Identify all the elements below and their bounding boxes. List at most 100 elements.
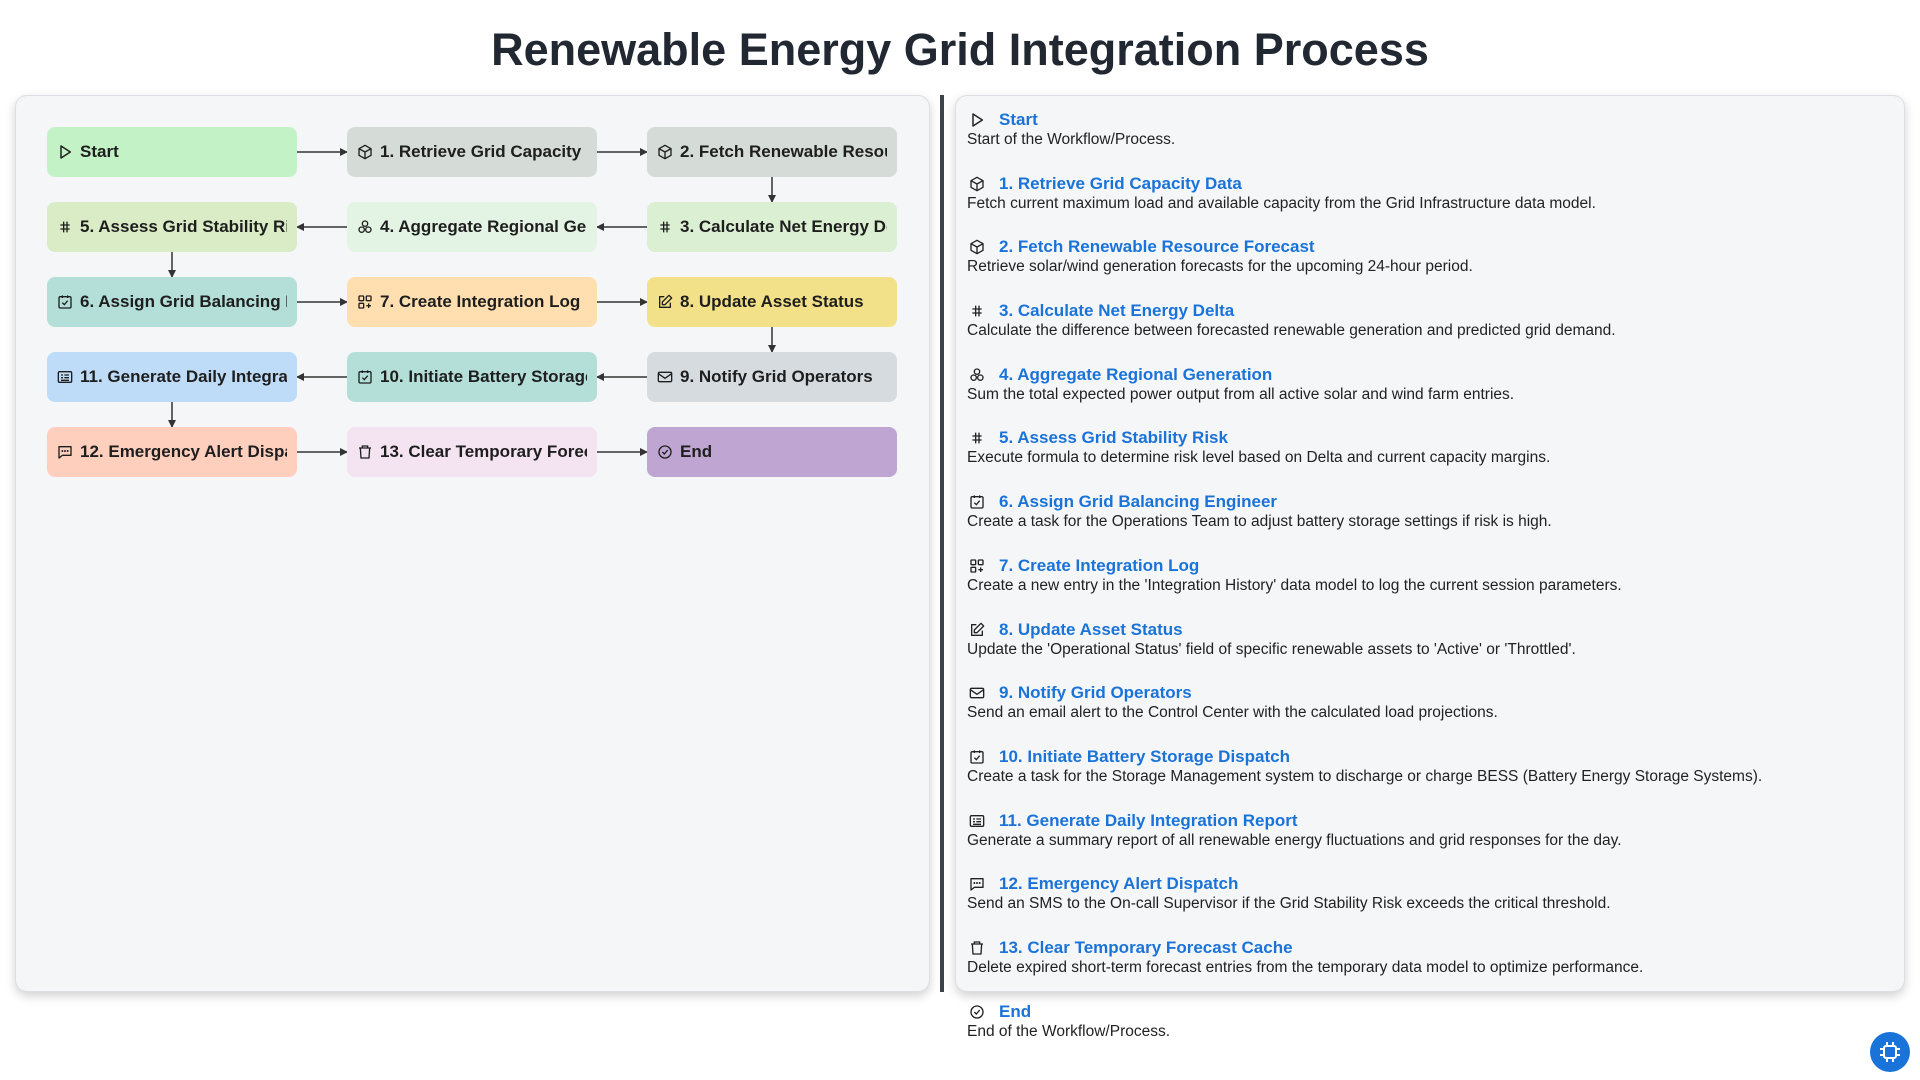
flow-node-label: 11. Generate Daily Integration Report xyxy=(80,367,287,386)
detail-title-link[interactable]: End xyxy=(999,1002,1031,1022)
detail-title-link[interactable]: 11. Generate Daily Integration Report xyxy=(999,811,1298,831)
panel-divider[interactable] xyxy=(940,95,944,992)
detail-item: 9. Notify Grid Operators Send an email al… xyxy=(967,683,1893,743)
flow-node-label: 10. Initiate Battery Storage Dispatch xyxy=(380,367,587,386)
hash-icon xyxy=(969,430,985,446)
trash-icon xyxy=(969,940,985,956)
flow-node[interactable]: 9. Notify Grid Operators xyxy=(647,352,897,402)
flow-node-label: 9. Notify Grid Operators xyxy=(680,367,873,386)
detail-item: 12. Emergency Alert Dispatch Send an SMS … xyxy=(967,874,1893,934)
detail-title-link[interactable]: 9. Notify Grid Operators xyxy=(999,683,1192,703)
flow-node-label: Start xyxy=(80,142,119,161)
grid-plus-icon xyxy=(969,558,985,574)
flow-node[interactable]: 3. Calculate Net Energy Delta xyxy=(647,202,897,252)
flow-node[interactable]: Start xyxy=(47,127,297,177)
play-icon xyxy=(969,112,985,128)
detail-title-link[interactable]: 13. Clear Temporary Forecast Cache xyxy=(999,938,1293,958)
detail-item: 3. Calculate Net Energy Delta Calculate t… xyxy=(967,301,1893,361)
detail-item: 2. Fetch Renewable Resource Forecast Retr… xyxy=(967,237,1893,297)
flow-node[interactable]: 4. Aggregate Regional Generation xyxy=(347,202,597,252)
flow-node-label: 7. Create Integration Log xyxy=(380,292,581,311)
circles-icon xyxy=(969,367,985,383)
detail-item: 13. Clear Temporary Forecast Cache Delete… xyxy=(967,938,1893,998)
hash-icon xyxy=(969,303,985,319)
flow-node-label: 5. Assess Grid Stability Risk xyxy=(80,217,287,236)
detail-description: Delete expired short-term forecast entri… xyxy=(967,958,1644,976)
flow-node[interactable]: 6. Assign Grid Balancing Engineer xyxy=(47,277,297,327)
detail-title-link[interactable]: 6. Assign Grid Balancing Engineer xyxy=(999,492,1277,512)
detail-title-link[interactable]: Start xyxy=(999,110,1038,130)
diagram-panel: Start 1. Retrieve Grid Capacity Data 2. Fe… xyxy=(15,95,930,992)
details-panel: Start Start of the Workflow/Process. 1. Re… xyxy=(955,95,1905,1040)
flow-node-label: 2. Fetch Renewable Resource Forecast xyxy=(680,142,887,161)
checkbox-icon xyxy=(969,494,985,510)
trash-icon xyxy=(357,444,373,460)
hash-icon xyxy=(57,219,73,235)
detail-item: 6. Assign Grid Balancing Engineer Create … xyxy=(967,492,1893,552)
detail-item: 11. Generate Daily Integration Report Gen… xyxy=(967,811,1893,871)
detail-title-link[interactable]: 10. Initiate Battery Storage Dispatch xyxy=(999,747,1290,767)
cube-icon xyxy=(357,144,373,160)
detail-title-link[interactable]: 7. Create Integration Log xyxy=(999,556,1199,576)
edit-icon xyxy=(969,622,985,638)
checkbox-icon xyxy=(357,369,373,385)
detail-item: End End of the Workflow/Process. xyxy=(967,1002,1893,1062)
grid-plus-icon xyxy=(357,294,373,310)
flow-node[interactable]: 1. Retrieve Grid Capacity Data xyxy=(347,127,597,177)
detail-title-link[interactable]: 3. Calculate Net Energy Delta xyxy=(999,301,1234,321)
flow-node-label: 6. Assign Grid Balancing Engineer xyxy=(80,292,287,311)
detail-description: Create a task for the Operations Team to… xyxy=(967,513,1552,531)
report-icon xyxy=(57,369,73,385)
checkbox-icon xyxy=(969,749,985,765)
detail-item: Start Start of the Workflow/Process. xyxy=(967,110,1893,170)
flow-node-label: 13. Clear Temporary Forecast Cache xyxy=(380,442,587,461)
flow-node-label: 4. Aggregate Regional Generation xyxy=(380,217,587,236)
mail-icon xyxy=(657,369,673,385)
detail-title-link[interactable]: 2. Fetch Renewable Resource Forecast xyxy=(999,237,1315,257)
flow-node-label: 3. Calculate Net Energy Delta xyxy=(680,217,887,236)
flow-node[interactable]: End xyxy=(647,427,897,477)
detail-description: Fetch current maximum load and available… xyxy=(967,194,1596,212)
cube-icon xyxy=(969,239,985,255)
detail-item: 7. Create Integration Log Create a new en… xyxy=(967,556,1893,616)
detail-item: 1. Retrieve Grid Capacity Data Fetch curr… xyxy=(967,174,1893,234)
detail-title-link[interactable]: 5. Assess Grid Stability Risk xyxy=(999,428,1228,448)
flow-node[interactable]: 8. Update Asset Status xyxy=(647,277,897,327)
detail-description: Update the 'Operational Status' field of… xyxy=(967,640,1576,658)
flow-node[interactable]: 5. Assess Grid Stability Risk xyxy=(47,202,297,252)
flow-node[interactable]: 10. Initiate Battery Storage Dispatch xyxy=(347,352,597,402)
chip-icon xyxy=(1880,1042,1900,1062)
detail-description: Sum the total expected power output from… xyxy=(967,385,1515,403)
flow-node[interactable]: 12. Emergency Alert Dispatch xyxy=(47,427,297,477)
detail-title-link[interactable]: 4. Aggregate Regional Generation xyxy=(999,365,1272,385)
detail-description: Start of the Workflow/Process. xyxy=(967,131,1176,148)
play-icon xyxy=(57,144,73,160)
page-title: Renewable Energy Grid Integration Proces… xyxy=(491,24,1429,75)
detail-description: Calculate the difference between forecas… xyxy=(967,322,1616,340)
detail-description: Send an SMS to the On-call Supervisor if… xyxy=(967,895,1611,913)
flow-node-label: 1. Retrieve Grid Capacity Data xyxy=(380,142,587,161)
cube-icon xyxy=(969,176,985,192)
flow-node[interactable]: 13. Clear Temporary Forecast Cache xyxy=(347,427,597,477)
report-icon xyxy=(969,813,985,829)
detail-item: 8. Update Asset Status Update the 'Operat… xyxy=(967,620,1893,680)
detail-description: End of the Workflow/Process. xyxy=(967,1022,1171,1040)
check-circle-icon xyxy=(657,444,673,460)
detail-item: 10. Initiate Battery Storage Dispatch Cre… xyxy=(967,747,1893,807)
mail-icon xyxy=(969,685,985,701)
flow-node-label: End xyxy=(680,442,713,461)
ai-assistant-button[interactable] xyxy=(1870,1032,1910,1072)
detail-title-link[interactable]: 8. Update Asset Status xyxy=(999,620,1183,640)
hash-icon xyxy=(657,219,673,235)
flow-node[interactable]: 7. Create Integration Log xyxy=(347,277,597,327)
detail-title-link[interactable]: 12. Emergency Alert Dispatch xyxy=(999,874,1238,894)
flow-node[interactable]: 2. Fetch Renewable Resource Forecast xyxy=(647,127,897,177)
detail-item: 5. Assess Grid Stability Risk Execute for… xyxy=(967,428,1893,488)
circles-icon xyxy=(357,219,373,235)
chat-icon xyxy=(969,876,985,892)
detail-title-link[interactable]: 1. Retrieve Grid Capacity Data xyxy=(999,174,1242,194)
detail-description: Retrieve solar/wind generation forecasts… xyxy=(967,258,1473,276)
edit-icon xyxy=(657,294,673,310)
detail-description: Execute formula to determine risk level … xyxy=(967,449,1551,467)
flow-node[interactable]: 11. Generate Daily Integration Report xyxy=(47,352,297,402)
